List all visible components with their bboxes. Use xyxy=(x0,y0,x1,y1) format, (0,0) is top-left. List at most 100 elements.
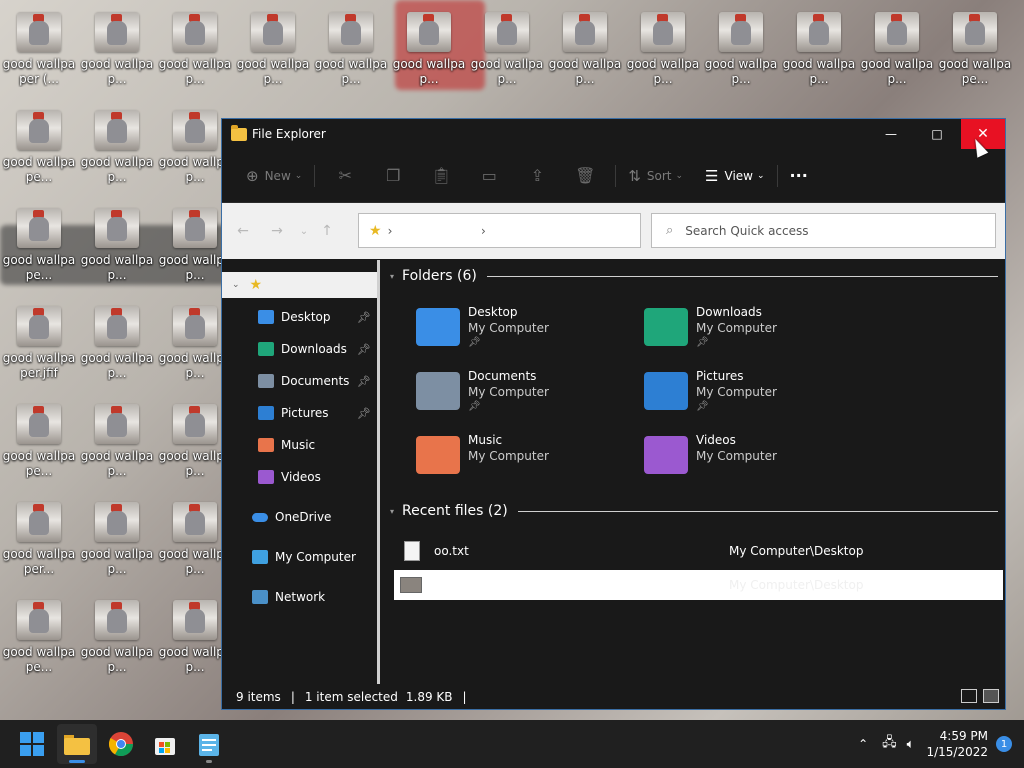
plus-circle-icon: ⊕ xyxy=(246,166,259,185)
desktop-icon[interactable]: good wallpap... xyxy=(159,600,231,690)
sidebar-item-music[interactable]: Music xyxy=(222,432,377,458)
recent-file-row[interactable]: My Computer\Desktop xyxy=(394,570,1003,600)
notification-badge[interactable]: 1 xyxy=(996,736,1012,752)
cut-button[interactable]: ✂ xyxy=(321,166,369,185)
desktop-icon[interactable]: good wallpap... xyxy=(237,12,309,102)
documents-folder-icon xyxy=(416,372,460,410)
sort-icon: ⇅ xyxy=(628,166,641,185)
desktop-icon[interactable]: good wallpape... xyxy=(939,12,1011,102)
desktop-icon[interactable]: good wallpap... xyxy=(80,110,154,200)
taskbar-notepad[interactable] xyxy=(189,724,229,764)
toolbar-divider xyxy=(615,164,617,187)
rename-button[interactable]: ▭ xyxy=(465,166,513,185)
desktop-icon[interactable]: good wallpap... xyxy=(783,12,855,102)
volume-icon[interactable]: 🔈︎ xyxy=(907,737,915,752)
desktop-icon[interactable]: good wallpap... xyxy=(471,12,543,102)
desktop-icon[interactable]: good wallpap... xyxy=(80,502,154,592)
network-status-icon[interactable]: 🖧︎ xyxy=(882,733,897,755)
desktop-icon-label: good wallpap... xyxy=(80,547,154,576)
taskbar-file-explorer[interactable] xyxy=(57,724,97,764)
clock-date: 1/15/2022 xyxy=(926,745,988,759)
recent-file-row[interactable]: oo.txt My Computer\Desktop xyxy=(394,536,1003,566)
desktop-icon-label: good wallpap... xyxy=(158,57,232,86)
pin-icon: 📌︎ xyxy=(357,406,371,420)
folder-tile-downloads[interactable]: Downloads My Computer 📌︎ xyxy=(644,304,854,360)
more-options-button[interactable]: ··· xyxy=(784,160,814,192)
desktop-icon[interactable]: good wallpap... xyxy=(159,110,231,200)
pin-icon: 📌︎ xyxy=(696,401,709,412)
taskbar-store[interactable] xyxy=(145,724,185,764)
sidebar-item-downloads[interactable]: Downloads 📌︎ xyxy=(222,336,377,362)
start-button[interactable] xyxy=(12,724,52,764)
sidebar-item-my-computer[interactable]: My Computer xyxy=(222,544,377,570)
folder-tile-music[interactable]: Music My Computer xyxy=(416,432,626,488)
desktop-icon[interactable]: good wallpap... xyxy=(158,12,232,102)
sidebar-item-network[interactable]: Network xyxy=(222,584,377,610)
folder-tile-pictures[interactable]: Pictures My Computer 📌︎ xyxy=(644,368,854,424)
search-field[interactable]: ⌕ Search Quick access xyxy=(651,213,996,248)
recent-group-header[interactable]: ▾ Recent files (2) xyxy=(390,501,998,521)
share-button[interactable]: ⇪ xyxy=(513,166,561,185)
up-arrow-icon[interactable]: ↑ xyxy=(314,223,340,239)
sidebar-item-desktop[interactable]: Desktop 📌︎ xyxy=(222,304,377,330)
maximize-button[interactable]: □ xyxy=(915,119,959,149)
copy-button[interactable]: ❐ xyxy=(369,166,417,185)
back-arrow-icon[interactable]: ← xyxy=(226,223,260,239)
desktop-icon-label: good wallpape... xyxy=(2,253,76,282)
desktop-icon[interactable]: good wallpaper (... xyxy=(3,12,75,102)
monitor-icon xyxy=(252,550,268,564)
chevron-up-icon[interactable]: ⌃ xyxy=(858,737,868,751)
desktop-icon[interactable]: good wallpap... xyxy=(315,12,387,102)
desktop-icon[interactable]: good wallpap... xyxy=(81,208,153,298)
desktop-icon[interactable]: good wallpap... xyxy=(627,12,699,102)
desktop-icon[interactable]: good wallpaper.jfif xyxy=(3,306,75,396)
desktop-icon[interactable]: good wallpap... xyxy=(159,208,231,298)
sidebar-item-quick-access[interactable]: ⌄ ★ Quick access xyxy=(222,272,377,298)
desktop-icon[interactable]: good wallpap... xyxy=(159,502,231,592)
sidebar-item-videos[interactable]: Videos xyxy=(222,464,377,490)
address-bar: ← → ⌄ ↑ ★ › › ⌕ Search Quick access xyxy=(222,203,1005,259)
sort-button[interactable]: ⇅ Sort ⌄ xyxy=(622,160,689,192)
folder-tile-desktop[interactable]: Desktop My Computer 📌︎ xyxy=(416,304,626,360)
taskbar-chrome[interactable] xyxy=(101,724,141,764)
folder-tile-videos[interactable]: Videos My Computer xyxy=(644,432,854,488)
sidebar-item-pictures[interactable]: Pictures 📌︎ xyxy=(222,400,377,426)
desktop-icon[interactable]: good wallpape... xyxy=(2,208,76,298)
recent-locations-chevron-icon[interactable]: ⌄ xyxy=(294,226,314,237)
sidebar-item-label: Documents xyxy=(281,374,350,388)
desktop-icon[interactable]: good wallpape... xyxy=(3,600,75,690)
view-button[interactable]: ☰ View ⌄ xyxy=(699,160,770,192)
sidebar-item-documents[interactable]: Documents 📌︎ xyxy=(222,368,377,394)
desktop-icon[interactable]: good wallpap... xyxy=(705,12,777,102)
title-bar[interactable]: File Explorer — □ ✕ xyxy=(222,119,1005,149)
minimize-icon: — xyxy=(885,127,897,141)
desktop-icon[interactable]: good wallpap... xyxy=(159,306,231,396)
address-field[interactable]: ★ › › xyxy=(358,213,641,248)
details-view-icon[interactable] xyxy=(961,689,977,703)
desktop-icon[interactable]: good wallpap... xyxy=(861,12,933,102)
paste-button[interactable]: 📋︎ xyxy=(417,166,465,185)
image-thumbnail-icon xyxy=(797,12,841,52)
download-icon xyxy=(258,342,274,356)
desktop-icon[interactable]: good wallpape... xyxy=(3,110,75,200)
sidebar-item-onedrive[interactable]: OneDrive xyxy=(222,504,377,530)
desktop-icon[interactable]: good wallpap... xyxy=(549,12,621,102)
desktop-icon[interactable]: good wallpap... xyxy=(81,404,153,494)
forward-arrow-icon[interactable]: → xyxy=(260,223,294,239)
delete-button[interactable]: 🗑︎ xyxy=(561,166,609,185)
desktop-icon[interactable]: good wallpap... xyxy=(81,12,153,102)
minimize-button[interactable]: — xyxy=(869,119,913,149)
desktop-icon[interactable]: good wallpape... xyxy=(3,404,75,494)
desktop-icon[interactable]: good wallpaper... xyxy=(3,502,75,592)
image-thumbnail-icon xyxy=(17,12,61,52)
desktop-icon-label: good wallpap... xyxy=(80,155,154,184)
desktop-icon[interactable]: good wallpap... xyxy=(393,12,465,102)
clock[interactable]: 4:59 PM 1/15/2022 xyxy=(926,728,988,760)
tiles-view-icon[interactable] xyxy=(983,689,999,703)
folders-group-header[interactable]: ▾ Folders (6) xyxy=(390,266,998,286)
desktop-icon[interactable]: good wallpap... xyxy=(81,600,153,690)
desktop-icon[interactable]: good wallpap... xyxy=(159,404,231,494)
new-button[interactable]: ⊕ New ⌄ xyxy=(240,160,308,192)
desktop-icon[interactable]: good wallpap... xyxy=(81,306,153,396)
folder-tile-documents[interactable]: Documents My Computer 📌︎ xyxy=(416,368,626,424)
